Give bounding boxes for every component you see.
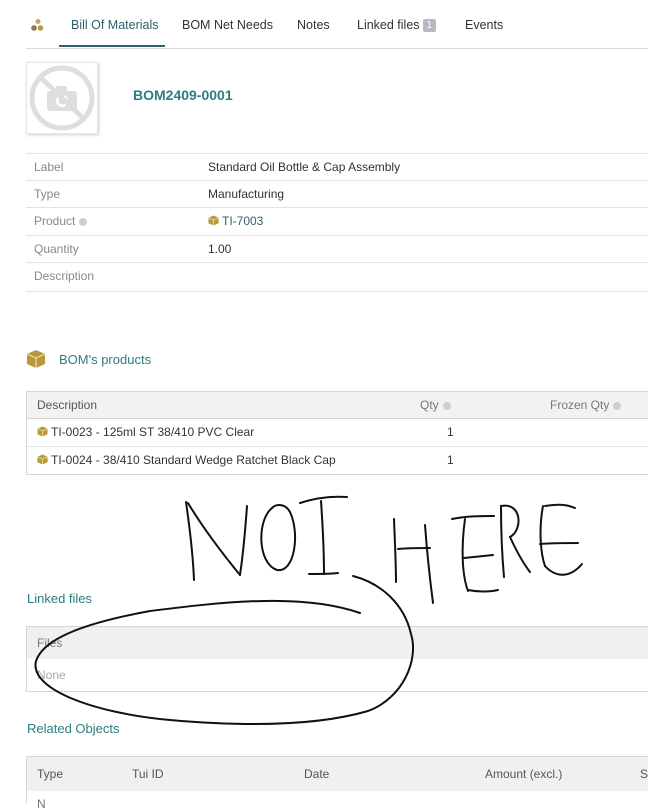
info-icon[interactable] <box>442 402 451 410</box>
col-description[interactable]: Description <box>37 398 97 412</box>
field-label-label: Label <box>34 160 64 174</box>
bom-products-title: BOM's products <box>59 352 152 367</box>
product-line-description: TI-0023 - 125ml ST 38/410 PVC Clear <box>51 425 255 439</box>
product-ref: TI-7003 <box>222 214 264 228</box>
field-row-label: Label Standard Oil Bottle & Cap Assembly <box>26 154 648 181</box>
related-objects-table: Type Tui ID Date Amount (excl.) S N <box>26 756 648 811</box>
product-line-qty: 1 <box>447 425 454 439</box>
field-row-quantity: Quantity 1.00 <box>26 236 648 263</box>
product-icon <box>37 454 48 465</box>
col-frozen-qty[interactable]: Frozen Qty <box>550 398 622 412</box>
field-row-description: Description <box>26 263 648 292</box>
field-label-type: Type <box>34 187 61 201</box>
linked-files-table: Files None <box>26 626 648 692</box>
col-qty[interactable]: Qty <box>420 398 451 412</box>
empty-state-text: None <box>37 668 66 682</box>
product-icon <box>37 426 48 437</box>
col-status[interactable]: S <box>640 767 648 781</box>
bom-fields-table: Label Standard Oil Bottle & Cap Assembly… <box>26 153 648 292</box>
field-value-quantity: 1.00 <box>208 242 232 256</box>
field-label-product: Product <box>34 214 76 228</box>
col-type[interactable]: Type <box>37 767 63 781</box>
tab-events[interactable]: Events <box>465 18 503 32</box>
field-row-product: Product TI-7003 <box>26 208 648 236</box>
partial-row-text: N <box>37 797 46 811</box>
table-header: Description Qty Frozen Qty <box>27 392 648 419</box>
info-icon[interactable] <box>79 218 88 226</box>
active-tab-indicator <box>59 45 165 47</box>
bom-reference: BOM2409-0001 <box>133 87 233 103</box>
field-value-type: Manufacturing <box>208 187 285 201</box>
col-ref[interactable]: Tui ID <box>132 767 164 781</box>
col-qty-label: Qty <box>420 398 439 412</box>
table-header: Files <box>27 627 648 659</box>
tab-bill-of-materials[interactable]: Bill Of Materials <box>71 18 159 32</box>
product-line-link[interactable]: TI-0023 - 125ml ST 38/410 PVC Clear <box>37 425 254 439</box>
tab-bom-net-needs[interactable]: BOM Net Needs <box>182 18 273 32</box>
col-date[interactable]: Date <box>304 767 329 781</box>
no-photo-icon <box>29 65 95 131</box>
product-link[interactable]: TI-7003 <box>208 214 263 228</box>
product-line-description: TI-0024 - 38/410 Standard Wedge Ratchet … <box>51 453 336 467</box>
tab-linked-files[interactable]: Linked files 1 <box>357 18 437 32</box>
info-icon[interactable] <box>613 402 622 410</box>
tab-notes[interactable]: Notes <box>297 18 330 32</box>
linked-files-count-badge: 1 <box>422 19 437 32</box>
col-amount[interactable]: Amount (excl.) <box>485 767 562 781</box>
field-value-label: Standard Oil Bottle & Cap Assembly <box>208 160 401 174</box>
bom-products-table: Description Qty Frozen Qty TI-0023 - 125… <box>26 391 648 475</box>
related-objects-title: Related Objects <box>27 721 120 736</box>
product-photo-placeholder[interactable] <box>26 62 98 134</box>
product-line-link[interactable]: TI-0024 - 38/410 Standard Wedge Ratchet … <box>37 453 336 467</box>
table-row[interactable]: TI-0023 - 125ml ST 38/410 PVC Clear 1 <box>27 419 648 447</box>
field-label-product-wrap: Product <box>34 214 88 228</box>
bom-products-icon <box>26 349 46 369</box>
tab-bar: Bill Of Materials BOM Net Needs Notes Li… <box>26 0 648 49</box>
linked-files-title: Linked files <box>27 591 93 606</box>
field-row-type: Type Manufacturing <box>26 181 648 208</box>
field-label-description: Description <box>34 269 95 283</box>
field-label-quantity: Quantity <box>34 242 79 256</box>
product-line-qty: 1 <box>447 453 454 467</box>
bom-module-icon <box>30 18 44 32</box>
table-header: Type Tui ID Date Amount (excl.) S <box>27 757 648 791</box>
col-files: Files <box>37 636 63 650</box>
tab-linked-files-label: Linked files <box>357 18 420 32</box>
product-icon <box>208 215 219 226</box>
table-row[interactable]: TI-0024 - 38/410 Standard Wedge Ratchet … <box>27 447 648 474</box>
col-frozen-qty-label: Frozen Qty <box>550 398 610 412</box>
list-item: None <box>27 659 648 691</box>
